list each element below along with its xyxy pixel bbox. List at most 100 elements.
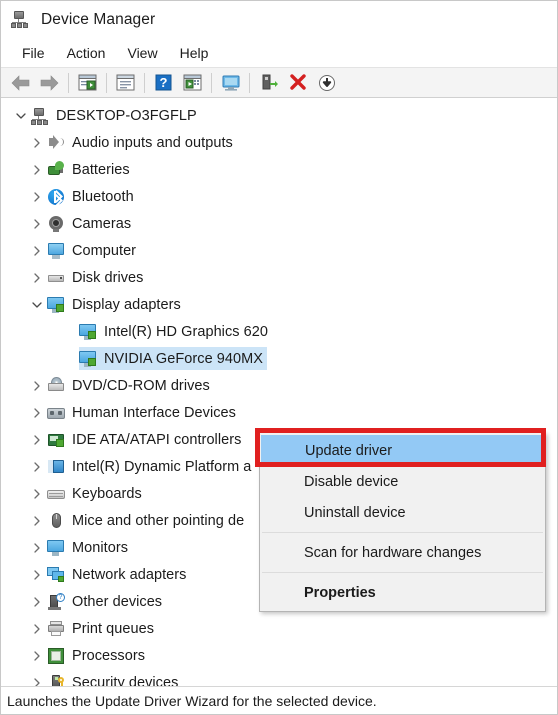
security-device-icon	[47, 674, 65, 686]
tree-item-content: Mice and other pointing de	[47, 509, 248, 532]
chevron-right-icon[interactable]	[27, 588, 47, 615]
display-monitor-icon[interactable]	[217, 70, 244, 95]
context-menu-item-update-driver[interactable]: Update driver	[261, 435, 544, 466]
tree-item-content: Display adapters	[47, 293, 185, 316]
chevron-right-icon[interactable]	[27, 372, 47, 399]
tree-item-label: Batteries	[72, 161, 130, 178]
properties-icon[interactable]	[112, 70, 139, 95]
tree-item-content: ? Other devices	[47, 590, 166, 613]
tree-item-batteries[interactable]: Batteries	[1, 156, 557, 183]
tree-item-display-adapters[interactable]: Display adapters	[1, 291, 557, 318]
chevron-right-icon[interactable]	[27, 453, 47, 480]
tree-item-label: Monitors	[72, 539, 128, 556]
context-menu-item-disable-device[interactable]: Disable device	[260, 466, 545, 497]
update-driver-toolbar-icon[interactable]	[179, 70, 206, 95]
tree-item-cameras[interactable]: Cameras	[1, 210, 557, 237]
tree-item-desktop-o3fgflp[interactable]: DESKTOP-O3FGFLP	[1, 102, 557, 129]
camera-icon	[47, 215, 65, 233]
context-menu[interactable]: Update driver Disable device Uninstall d…	[259, 432, 546, 612]
back-arrow-icon[interactable]	[7, 70, 34, 95]
disable-device-icon[interactable]	[313, 70, 340, 95]
chevron-right-icon[interactable]	[27, 210, 47, 237]
chevron-right-icon[interactable]	[27, 399, 47, 426]
chevron-right-icon[interactable]	[27, 615, 47, 642]
chevron-down-icon[interactable]	[27, 291, 47, 318]
tree-item-content: DESKTOP-O3FGFLP	[31, 104, 201, 127]
tree-item-content: NVIDIA GeForce 940MX	[79, 347, 267, 370]
tree-item-label: Intel(R) HD Graphics 620	[104, 323, 268, 340]
chevron-down-icon[interactable]	[11, 102, 31, 129]
tree-item-content: Intel(R) Dynamic Platform a	[47, 455, 255, 478]
chevron-right-icon[interactable]	[27, 534, 47, 561]
chevron-right-icon[interactable]	[27, 156, 47, 183]
menu-file[interactable]: File	[11, 42, 56, 64]
tree-item-intel-r-hd-graphics-620[interactable]: Intel(R) HD Graphics 620	[1, 318, 557, 345]
tree-item-human-interface-devices[interactable]: Human Interface Devices	[1, 399, 557, 426]
tree-item-content: Computer	[47, 239, 140, 262]
toolbar: ?	[1, 67, 557, 98]
tree-item-content: Bluetooth	[47, 185, 138, 208]
device-manager-window: Device Manager File Action View Help ? D…	[0, 0, 558, 715]
window-title: Device Manager	[41, 11, 156, 28]
context-menu-item-uninstall-device[interactable]: Uninstall device	[260, 497, 545, 528]
other-device-icon: ?	[47, 592, 65, 611]
context-menu-item-properties[interactable]: Properties	[260, 577, 545, 608]
tree-item-label: Intel(R) Dynamic Platform a	[72, 458, 252, 475]
tree-item-disk-drives[interactable]: Disk drives	[1, 264, 557, 291]
svg-text:?: ?	[160, 75, 168, 90]
chevron-right-icon[interactable]	[27, 642, 47, 669]
tree-item-label: Other devices	[72, 593, 163, 610]
context-menu-separator	[262, 572, 543, 573]
uninstall-device-icon[interactable]	[284, 70, 311, 95]
context-menu-item-scan-hardware-changes[interactable]: Scan for hardware changes	[260, 537, 545, 568]
chevron-right-icon[interactable]	[27, 561, 47, 588]
chevron-right-icon[interactable]	[27, 264, 47, 291]
chevron-right-icon[interactable]	[27, 129, 47, 156]
toolbar-separator	[68, 72, 69, 93]
tree-item-label: Network adapters	[72, 566, 187, 583]
status-bar-text: Launches the Update Driver Wizard for th…	[7, 692, 377, 709]
tree-item-computer[interactable]: Computer	[1, 237, 557, 264]
chevron-right-icon[interactable]	[27, 669, 47, 686]
platform-icon	[47, 458, 65, 476]
tree-item-content: Print queues	[47, 617, 158, 640]
chevron-right-icon[interactable]	[27, 507, 47, 534]
tree-item-print-queues[interactable]: Print queues	[1, 615, 557, 642]
tree-item-label: Mice and other pointing de	[72, 512, 245, 529]
tree-item-processors[interactable]: Processors	[1, 642, 557, 669]
dvd-drive-icon	[47, 376, 65, 395]
tree-item-nvidia-geforce-940mx[interactable]: NVIDIA GeForce 940MX	[1, 345, 557, 372]
tree-item-audio-inputs-and-outputs[interactable]: Audio inputs and outputs	[1, 129, 557, 156]
scan-hardware-changes-icon[interactable]	[255, 70, 282, 95]
menu-bar: File Action View Help	[1, 39, 557, 67]
chevron-right-icon[interactable]	[27, 237, 47, 264]
help-icon[interactable]: ?	[150, 70, 177, 95]
show-hide-console-tree-icon[interactable]	[74, 70, 101, 95]
chevron-right-icon[interactable]	[27, 426, 47, 453]
tree-item-bluetooth[interactable]: Bluetooth	[1, 183, 557, 210]
menu-view[interactable]: View	[116, 42, 168, 64]
tree-item-label: Human Interface Devices	[72, 404, 236, 421]
tree-item-content: Cameras	[47, 212, 135, 235]
tree-item-dvd-cd-rom-drives[interactable]: DVD/CD-ROM drives	[1, 372, 557, 399]
toolbar-separator	[249, 72, 250, 93]
tree-item-label: Audio inputs and outputs	[72, 134, 233, 151]
chevron-right-icon[interactable]	[27, 480, 47, 507]
device-tree-panel[interactable]: DESKTOP-O3FGFLP Audio inputs and outputs B…	[1, 98, 557, 686]
tree-item-content: Human Interface Devices	[47, 401, 240, 424]
menu-action[interactable]: Action	[56, 42, 117, 64]
tree-item-security-devices[interactable]: Security devices	[1, 669, 557, 686]
keyboard-icon	[47, 485, 65, 503]
tree-item-content: Audio inputs and outputs	[47, 131, 237, 154]
tree-item-content: Batteries	[47, 158, 134, 181]
menu-help[interactable]: Help	[169, 42, 220, 64]
chevron-right-icon[interactable]	[27, 183, 47, 210]
forward-arrow-icon[interactable]	[36, 70, 63, 95]
bluetooth-icon	[47, 188, 65, 207]
processor-icon	[47, 647, 65, 665]
tree-item-label: IDE ATA/ATAPI controllers	[72, 431, 242, 448]
context-menu-separator	[262, 532, 543, 533]
display-adapter-icon	[47, 296, 65, 314]
